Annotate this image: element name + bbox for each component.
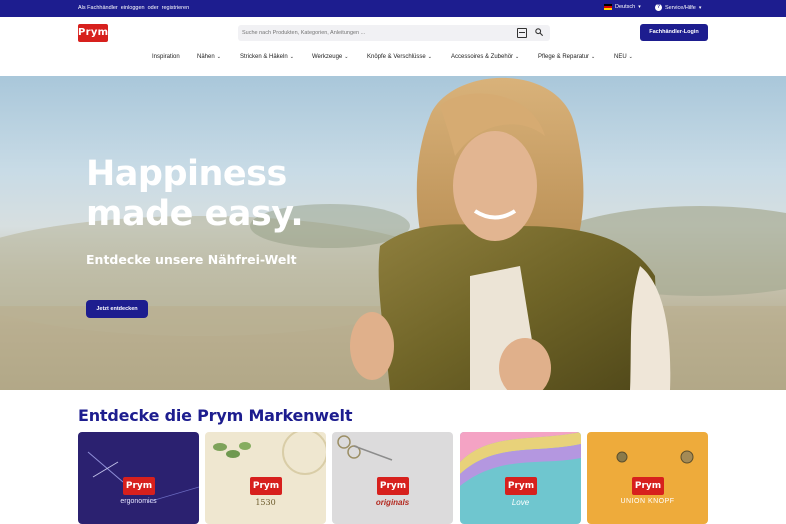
nav-item-werkzeuge[interactable]: Werkzeuge ⌄	[312, 54, 348, 60]
nav-item-label: Nähen	[197, 54, 215, 60]
hero-title-line: Happiness	[86, 154, 287, 194]
prym-logo-badge: Prym	[632, 477, 664, 495]
search-icon[interactable]	[535, 28, 543, 36]
nav-item-label: Knöpfe & Verschlüsse	[367, 54, 426, 60]
dealer-login-link[interactable]: einloggen	[121, 5, 145, 11]
chevron-down-icon: ⌄	[344, 54, 349, 60]
nav-item-accessoires-zubehoer[interactable]: Accessoires & Zubehör ⌄	[451, 54, 519, 60]
brand-tag: 1530	[255, 498, 276, 507]
nav-item-label: Pflege & Reparatur	[538, 54, 590, 60]
german-flag-icon	[604, 4, 612, 10]
brand-tile-ergonomics[interactable]: Prym ergonomics	[78, 432, 199, 524]
chevron-down-icon: ▾	[698, 4, 702, 11]
language-label: Deutsch	[615, 4, 636, 10]
register-link[interactable]: registrieren	[162, 5, 190, 11]
brand-tile-originals[interactable]: Prym originals	[332, 432, 453, 524]
nav-item-label: Werkzeuge	[312, 54, 343, 60]
brand-tag: ergonomics	[120, 498, 157, 505]
chevron-down-icon: ⌄	[591, 54, 596, 60]
nav-item-naehen[interactable]: Nähen ⌄	[197, 54, 221, 60]
chevron-down-icon: ⌄	[628, 54, 633, 60]
help-icon: ?	[655, 4, 662, 11]
brand-tag: UNION KNOPF	[620, 498, 675, 505]
nav-item-label: Accessoires & Zubehör	[451, 54, 514, 60]
barcode-scan-icon[interactable]	[517, 28, 527, 38]
chevron-down-icon: ⌄	[427, 54, 432, 60]
nav-item-stricken-haekeln[interactable]: Stricken & Häkeln ⌄	[240, 54, 294, 60]
brand-section-title: Entdecke die Prym Markenwelt	[78, 406, 353, 425]
hero-title: Happiness made easy.	[86, 154, 304, 234]
hero-banner: Happiness made easy. Entdecke unsere Näh…	[0, 76, 786, 390]
nav-item-label: Stricken & Häkeln	[240, 54, 288, 60]
prym-logo[interactable]: Prym	[78, 24, 108, 42]
prym-logo-badge: Prym	[505, 477, 537, 495]
hero-title-line: made easy.	[86, 194, 304, 234]
service-help-menu[interactable]: ? Service/Hilfe ▾	[655, 4, 701, 11]
prym-logo-badge: Prym	[377, 477, 409, 495]
search-input[interactable]	[242, 27, 502, 39]
brand-tile-union-knopf[interactable]: Prym UNION KNOPF	[587, 432, 708, 524]
dealer-login-hint: Als Fachhändler einloggen oder registrieren	[78, 5, 192, 11]
chevron-down-icon: ⌄	[216, 54, 221, 60]
dealer-login-button[interactable]: Fachhändler-Login	[640, 24, 708, 41]
brand-tag: originals	[375, 498, 410, 507]
brand-tag: Love	[511, 498, 530, 507]
search-bar	[238, 25, 550, 41]
or-text: oder	[147, 5, 159, 11]
nav-item-knoepfe-verschluesse[interactable]: Knöpfe & Verschlüsse ⌄	[367, 54, 432, 60]
nav-item-pflege-reparatur[interactable]: Pflege & Reparatur ⌄	[538, 54, 595, 60]
nav-item-label: NEU	[614, 54, 627, 60]
discover-now-button[interactable]: Jetzt entdecken	[86, 300, 148, 318]
language-selector[interactable]: Deutsch ▾	[604, 4, 641, 10]
chevron-down-icon: ⌄	[289, 54, 294, 60]
chevron-down-icon: ⌄	[515, 54, 520, 60]
service-label: Service/Hilfe	[665, 4, 696, 11]
dealer-prefix-text: Als Fachhändler	[78, 5, 118, 11]
brand-tile-1530[interactable]: Prym 1530	[205, 432, 326, 524]
hero-subtitle: Entdecke unsere Nähfrei-Welt	[86, 252, 297, 267]
nav-item-inspiration[interactable]: Inspiration	[152, 54, 180, 60]
chevron-down-icon: ▾	[638, 4, 641, 10]
prym-logo-badge: Prym	[123, 477, 155, 495]
nav-item-label: Inspiration	[152, 54, 180, 60]
brand-tile-love[interactable]: Prym Love	[460, 432, 581, 524]
main-nav: Inspiration Nähen ⌄ Stricken & Häkeln ⌄ We…	[0, 52, 786, 66]
nav-item-neu[interactable]: NEU ⌄	[614, 54, 633, 60]
prym-logo-badge: Prym	[250, 477, 282, 495]
top-utility-bar: Als Fachhändler einloggen oder registrieren…	[0, 0, 786, 17]
